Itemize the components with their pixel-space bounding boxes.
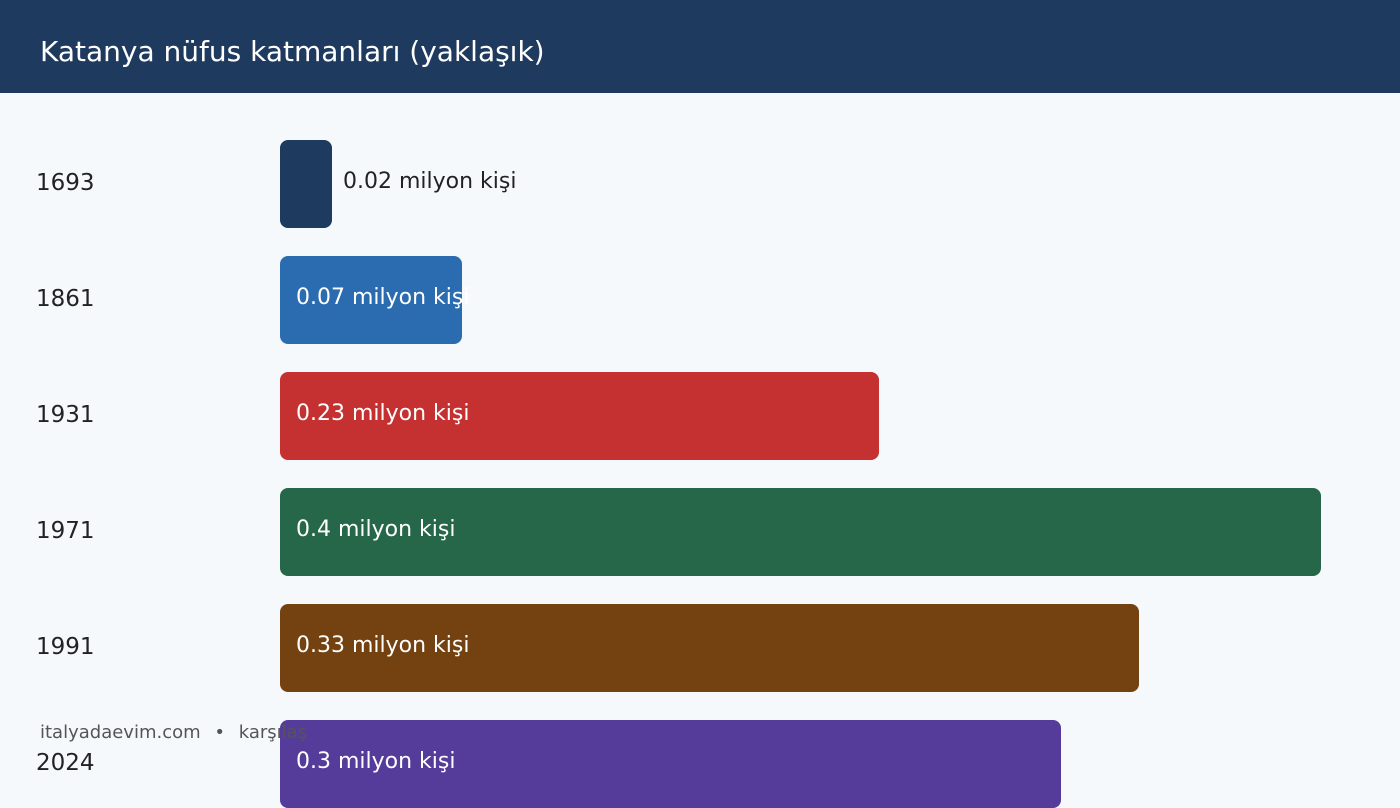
data-label: 0.33 milyon kişi (296, 633, 470, 658)
header-bar: Katanya nüfus katmanları (yaklaşık) (0, 0, 1400, 93)
footer-credit: italyadaevim.com • karşılaş (40, 722, 307, 743)
category-label: 1991 (36, 634, 95, 660)
data-label: 0.4 milyon kişi (296, 517, 456, 542)
data-label: 0.3 milyon kişi (296, 749, 456, 774)
bar (280, 140, 332, 228)
footer-site: italyadaevim.com (40, 722, 201, 743)
category-label: 1861 (36, 286, 95, 312)
bar-chart: 1693 0.02 milyon kişi 1861 0.07 milyon kişi… (0, 93, 1400, 808)
data-label: 0.23 milyon kişi (296, 401, 470, 426)
category-label: 1693 (36, 170, 95, 196)
data-label: 0.02 milyon kişi (343, 169, 517, 194)
footer-separator: • (214, 722, 226, 743)
category-label: 2024 (36, 750, 95, 776)
data-label: 0.07 milyon kişi (296, 285, 470, 310)
category-label: 1971 (36, 518, 95, 544)
page-title: Katanya nüfus katmanları (yaklaşık) (40, 35, 545, 68)
footer-note: karşılaş (238, 722, 308, 743)
category-label: 1931 (36, 402, 95, 428)
